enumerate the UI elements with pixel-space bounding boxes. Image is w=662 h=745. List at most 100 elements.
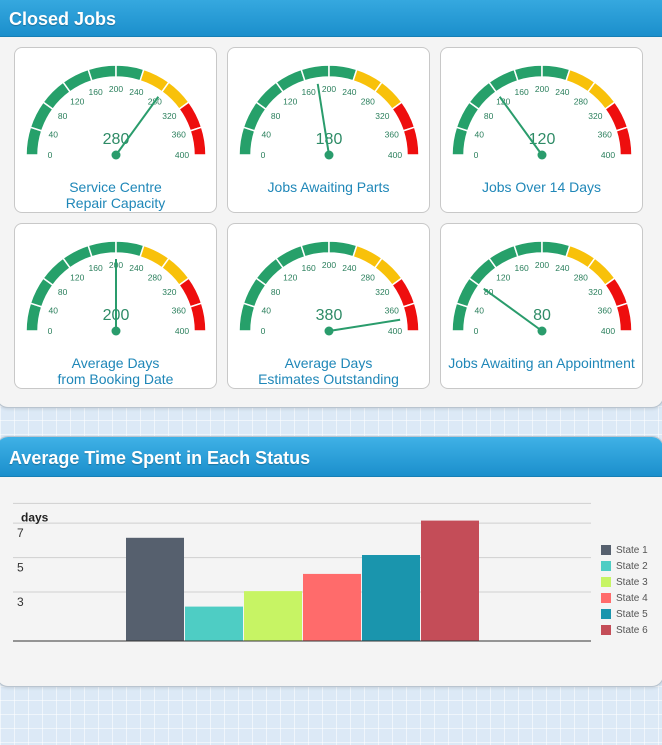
gauge-band-segment (189, 126, 207, 156)
y-axis-label: days (21, 510, 49, 524)
legend-item[interactable]: State 3 (601, 574, 648, 590)
gauge-tick-label: 200 (535, 84, 549, 94)
gauge-band-segment (328, 240, 358, 258)
gauge-label-line: Service Centre (69, 179, 162, 195)
gauge-tick-label: 80 (484, 111, 494, 121)
gauge-band-segment (604, 101, 629, 132)
gauge-tick-label: 360 (598, 130, 612, 140)
avg-time-title: Average Time Spent in Each Status (9, 448, 311, 468)
gauge-label-line: Average Days (284, 355, 373, 371)
bar-state-6 (421, 520, 479, 641)
gauge-dial: 04080120160200240280320360400120 (451, 64, 633, 160)
gauge-band-segment (451, 302, 469, 332)
gauge-label: Service Centre Repair Capacity (15, 179, 216, 211)
bar-chart: 3 5 7 days State 1 State 2 State 3 State 4 Stat… (0, 477, 662, 686)
gauge-band-segment (115, 240, 145, 258)
gauge-tick-label: 320 (588, 287, 602, 297)
gauge-tick-label: 200 (109, 84, 123, 94)
gauge-band-segment (513, 240, 543, 258)
gauge-tick-label: 400 (175, 326, 189, 336)
gauge-tick-label: 320 (588, 111, 602, 121)
gauge-tick-label: 240 (129, 263, 143, 273)
gauge-tick-label: 240 (129, 87, 143, 97)
gauge-tick-label: 280 (574, 273, 588, 283)
gauge-tick-label: 280 (361, 273, 375, 283)
gauge-tick-label: 0 (474, 326, 479, 336)
gauge-card: 04080120160200240280320360400280Service … (14, 47, 217, 213)
gauge-value: 80 (533, 307, 551, 324)
gauge-value: 180 (316, 131, 343, 148)
gauge-band-segment (541, 64, 571, 82)
gauge-tick-label: 120 (283, 273, 297, 283)
gauge-label-line: Jobs Awaiting an Appointment (448, 355, 635, 371)
gauge-tick-label: 360 (598, 306, 612, 316)
gauge-band-segment (87, 64, 117, 82)
gauge-band-segment (615, 126, 633, 156)
legend-label: State 1 (616, 544, 648, 556)
gauge-label-line: Jobs Awaiting Parts (267, 179, 390, 195)
gauge-tick-label: 40 (48, 306, 58, 316)
gauge-label: Average Days from Booking Date (15, 355, 216, 387)
gauge-tick-label: 160 (302, 263, 316, 273)
gauge-band-segment (300, 64, 330, 82)
gauge-tick-label: 0 (48, 326, 53, 336)
gauge-tick-label: 160 (302, 87, 316, 97)
gauge-band-segment (25, 126, 43, 156)
gauge-tick-label: 360 (172, 130, 186, 140)
gauge-band-segment (451, 126, 469, 156)
gauge-tick-label: 200 (535, 260, 549, 270)
legend-swatch (601, 577, 611, 587)
gauge-band-segment (541, 240, 571, 258)
gauge-tick-label: 240 (555, 87, 569, 97)
gauge-label-line: from Booking Date (57, 371, 174, 387)
gauge-needle-hub (324, 150, 334, 160)
gauge-band-segment (402, 302, 420, 332)
legend-item[interactable]: State 4 (601, 590, 648, 606)
gauge-band-segment (189, 302, 207, 332)
gauge-tick-label: 400 (388, 326, 402, 336)
gauge-dial: 04080120160200240280320360400280 (25, 64, 207, 160)
gauge-band-segment (615, 302, 633, 332)
gauge-value: 380 (316, 307, 343, 324)
y-tick-label: 7 (17, 526, 24, 540)
gauge-tick-label: 360 (172, 306, 186, 316)
gauge-tick-label: 0 (261, 150, 266, 160)
avg-time-header: Average Time Spent in Each Status (0, 437, 662, 477)
legend-item[interactable]: State 2 (601, 558, 648, 574)
gauge-tick-label: 120 (70, 273, 84, 283)
bar-state-5 (362, 555, 420, 641)
legend-label: State 4 (616, 592, 648, 604)
gauge-tick-label: 80 (58, 111, 68, 121)
gauge-label: Jobs Awaiting Parts (228, 179, 429, 195)
gauge-label-line: Jobs Over 14 Days (481, 179, 602, 195)
gauge-tick-label: 280 (574, 97, 588, 107)
gauge-label: Jobs Over 14 Days (441, 179, 642, 195)
legend-swatch (601, 545, 611, 555)
gauge-tick-label: 0 (48, 150, 53, 160)
legend-item[interactable]: State 6 (601, 622, 648, 638)
legend-item[interactable]: State 5 (601, 606, 648, 622)
gauge-needle-hub (537, 326, 547, 336)
gauge-tick-label: 0 (261, 326, 266, 336)
gauge-tick-label: 320 (375, 287, 389, 297)
gauge-label-line: Average Days (71, 355, 160, 371)
gauge-tick-label: 80 (271, 287, 281, 297)
gauge-dial: 0 4080120 160 200 240 280320 360 400 180 (238, 64, 420, 160)
gauge-needle-hub (537, 150, 547, 160)
gauge-tick-label: 400 (601, 150, 615, 160)
legend-label: State 2 (616, 560, 648, 572)
gauge-needle-hub (111, 150, 121, 160)
gauge-needle-hub (111, 326, 121, 336)
gauge-band-segment (238, 126, 256, 156)
gauge-card: 0 40 80 120 160 200 240 280 320 360 400 180 Jobs Awa… (227, 47, 430, 213)
gauge-tick-label: 360 (385, 306, 399, 316)
gauge-band-segment (25, 302, 43, 332)
gauge-tick-label: 40 (261, 306, 271, 316)
legend-swatch (601, 593, 611, 603)
gauge-tick-label: 200 (322, 260, 336, 270)
gauge-band-segment (402, 126, 420, 156)
legend-label: State 3 (616, 576, 648, 588)
bar-state-3 (244, 591, 302, 641)
gauge-value: 120 (529, 131, 556, 148)
legend-item[interactable]: State 1 (601, 542, 648, 558)
